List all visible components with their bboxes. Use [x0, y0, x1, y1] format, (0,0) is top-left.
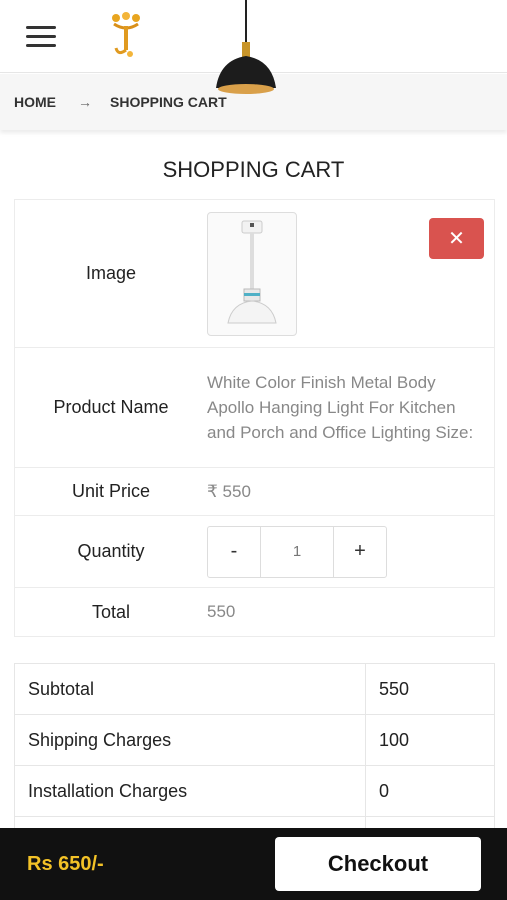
summary-row-shipping: Shipping Charges 100 — [15, 715, 494, 766]
cart-row-unit-price: Unit Price ₹ 550 — [15, 468, 494, 516]
remove-item-button[interactable]: ✕ — [429, 218, 484, 259]
image-label: Image — [85, 263, 137, 283]
page-title: SHOPPING CART — [162, 157, 345, 182]
summary-label: Subtotal — [15, 664, 366, 714]
cart-row-image: Image ✕ — [15, 200, 494, 348]
pendant-lamp-decoration — [210, 0, 282, 100]
total-label: Total — [91, 601, 131, 622]
breadcrumb-home-link[interactable]: HOME — [14, 94, 56, 110]
product-name-label: Product Name — [53, 397, 169, 417]
checkout-bar: Rs 650/- Checkout — [0, 828, 507, 900]
breadcrumb-arrow-icon: → — [78, 94, 92, 110]
summary-value: 550 — [379, 678, 410, 699]
quantity-increment-button[interactable]: + — [334, 527, 386, 577]
cart-table: Image ✕ Product Name White Color Finish … — [14, 199, 495, 637]
quantity-stepper: - 1 + — [207, 525, 387, 578]
summary-row-installation: Installation Charges 0 — [15, 766, 494, 817]
product-name-link[interactable]: White Color Finish Metal Body Apollo Han… — [207, 348, 494, 467]
unit-price-value: ₹ 550 — [207, 481, 251, 501]
cart-row-total: Total 550 — [15, 588, 494, 636]
quantity-decrement-button[interactable]: - — [208, 527, 260, 577]
grand-total: Rs 650/- — [27, 852, 104, 875]
total-value: 550 — [207, 602, 236, 621]
close-x-icon: ✕ — [448, 228, 465, 250]
product-thumbnail[interactable] — [207, 211, 297, 336]
quantity-input[interactable]: 1 — [260, 526, 334, 577]
checkout-button[interactable]: Checkout — [275, 837, 481, 891]
quantity-label: Quantity — [77, 541, 145, 561]
summary-label: Shipping Charges — [15, 715, 366, 765]
unit-price-label: Unit Price — [71, 481, 151, 501]
summary-label: Installation Charges — [15, 766, 366, 816]
summary-value: 100 — [379, 729, 410, 750]
summary-row-subtotal: Subtotal 550 — [15, 664, 494, 715]
summary-value: 0 — [379, 780, 390, 801]
cart-row-quantity: Quantity - 1 + — [15, 516, 494, 588]
cart-row-product-name: Product Name White Color Finish Metal Bo… — [15, 348, 494, 468]
brand-logo-icon[interactable] — [108, 12, 144, 60]
hamburger-menu-icon[interactable] — [26, 26, 56, 48]
